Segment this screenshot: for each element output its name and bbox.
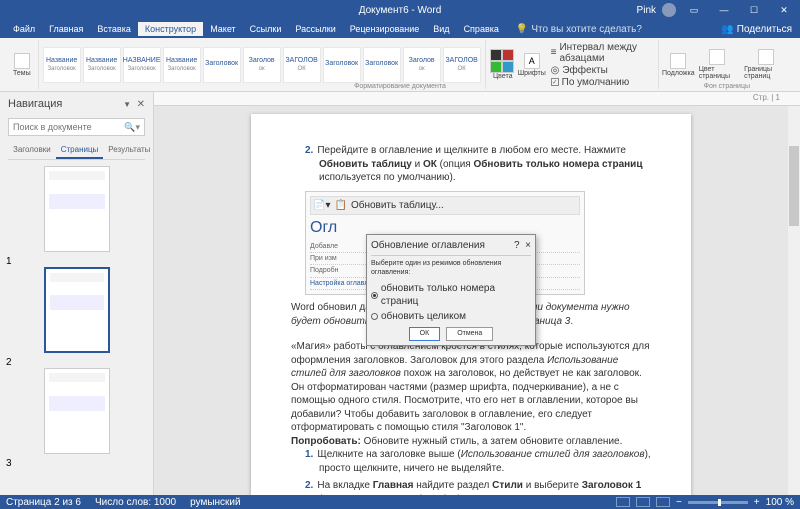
style-item[interactable]: Заголовок [363, 47, 401, 83]
themes-icon [14, 53, 30, 69]
menu-файл[interactable]: Файл [6, 22, 42, 36]
watermark-icon [670, 53, 686, 69]
avatar[interactable] [662, 3, 676, 17]
dialog-title: Обновление оглавления [371, 239, 485, 253]
nav-tab[interactable]: Страницы [56, 142, 104, 159]
nav-tab[interactable]: Результаты [103, 142, 155, 159]
radio-page-numbers[interactable]: обновить только номера страниц [371, 282, 531, 309]
menu-макет[interactable]: Макет [203, 22, 242, 36]
share-button[interactable]: 👥Поделиться [713, 22, 800, 37]
zoom-out-icon[interactable]: − [676, 497, 682, 508]
style-item[interactable]: Заголовок [243, 47, 281, 83]
minimize-icon[interactable]: — [712, 2, 736, 18]
search-input[interactable]: 🔍▾ [8, 118, 145, 136]
style-item[interactable]: Заголовок [323, 47, 361, 83]
user-name: Pink [637, 5, 656, 16]
spacing-icon: ≡ [551, 47, 557, 58]
thumbnail[interactable] [44, 368, 110, 454]
radio-icon [371, 313, 378, 320]
page[interactable]: 2.Перейдите в оглавление и щелкните в лю… [251, 114, 691, 495]
search-icon[interactable]: 🔍▾ [124, 122, 140, 133]
colors-icon [490, 49, 516, 73]
vertical-scrollbar[interactable] [788, 106, 800, 495]
page-thumbnails: 123 [0, 160, 153, 495]
effects-button[interactable]: ◎Эффекты [551, 65, 655, 76]
maximize-icon[interactable]: ☐ [742, 2, 766, 18]
ruler[interactable]: Стр. | 1 [154, 92, 800, 106]
style-item[interactable]: Заголовок [403, 47, 441, 83]
menu-конструктор[interactable]: Конструктор [138, 22, 203, 36]
menu-рецензирование[interactable]: Рецензирование [343, 22, 427, 36]
share-icon: 👥 [721, 24, 733, 35]
update-toc-dialog: Обновление оглавления? × Выберите один и… [366, 234, 536, 346]
paragraph-spacing-button[interactable]: ≡Интервал между абзацами [551, 42, 655, 64]
style-item[interactable]: НазваниеЗаголовок [83, 47, 121, 83]
style-item[interactable]: Заголовок [203, 47, 241, 83]
titlebar: Документ6 - Word Pink ▭ — ☐ ✕ [0, 0, 800, 20]
zoom-value[interactable]: 100 % [766, 497, 794, 508]
nav-close-icon[interactable]: ✕ [137, 99, 145, 110]
menu-ссылки[interactable]: Ссылки [243, 22, 289, 36]
style-item[interactable]: ЗАГОЛОВОК [443, 47, 481, 83]
style-item[interactable]: НазваниеЗаголовок [43, 47, 81, 83]
toc-preview: 📄▾📋Обновить таблицу... Огл Добавле При и… [305, 191, 585, 296]
view-print-icon[interactable] [636, 497, 650, 507]
style-gallery[interactable]: НазваниеЗаголовокНазваниеЗаголовокНАЗВАН… [39, 40, 486, 89]
check-icon: ✓ [551, 78, 559, 86]
page-color-button[interactable]: Цвет страницы [695, 47, 740, 82]
tell-me[interactable]: 💡Что вы хотите сделать? [516, 24, 642, 35]
bulb-icon: 💡 [516, 24, 528, 35]
ribbon: Темы НазваниеЗаголовокНазваниеЗаголовокН… [0, 38, 800, 92]
menubar: ФайлГлавнаяВставкаКонструкторМакетСсылки… [0, 20, 800, 38]
group-label-background: Фон страницы [704, 83, 750, 90]
window-title: Документ6 - Word [359, 5, 442, 16]
menu-справка[interactable]: Справка [457, 22, 506, 36]
thumbnail[interactable] [44, 267, 110, 353]
view-web-icon[interactable] [656, 497, 670, 507]
navigation-pane: Навигация ▼ ✕ 🔍▾ ЗаголовкиСтраницыРезуль… [0, 92, 154, 495]
menu-главная[interactable]: Главная [42, 22, 90, 36]
pagecolor-icon [709, 49, 725, 65]
group-label-formatting: Форматирование документа [354, 83, 446, 90]
style-item[interactable]: НАЗВАНИЕЗаголовок [123, 47, 161, 83]
themes-button[interactable]: Темы [9, 51, 35, 79]
ok-button[interactable]: ОК [409, 327, 441, 340]
style-item[interactable]: ЗАГОЛОВОК [283, 47, 321, 83]
status-words[interactable]: Число слов: 1000 [95, 497, 176, 508]
menu-вид[interactable]: Вид [426, 22, 456, 36]
document-area: Стр. | 1 2.Перейдите в оглавление и щелк… [154, 92, 800, 495]
menu-вставка[interactable]: Вставка [90, 22, 137, 36]
radio-icon [371, 292, 378, 299]
page-indicator: Стр. | 1 [753, 93, 780, 102]
fonts-icon: A [524, 53, 540, 69]
style-item[interactable]: НазваниеЗаголовок [163, 47, 201, 83]
page-borders-button[interactable]: Границы страниц [740, 47, 791, 82]
nav-title: Навигация [8, 98, 62, 110]
radio-entire[interactable]: обновить целиком [371, 310, 531, 324]
effects-icon: ◎ [551, 65, 560, 76]
dialog-close-icon[interactable]: × [525, 240, 531, 251]
fonts-button[interactable]: AШрифты [517, 51, 547, 79]
ribbon-options-icon[interactable]: ▭ [682, 2, 706, 18]
status-page[interactable]: Страница 2 из 6 [6, 497, 81, 508]
colors-button[interactable]: Цвета [489, 47, 517, 82]
nav-tab[interactable]: Заголовки [8, 142, 56, 159]
nav-collapse-icon[interactable]: ▼ [123, 100, 131, 109]
close-icon[interactable]: ✕ [772, 2, 796, 18]
statusbar: Страница 2 из 6 Число слов: 1000 румынск… [0, 495, 800, 509]
thumbnail[interactable] [44, 166, 110, 252]
dialog-help-icon[interactable]: ? [514, 240, 520, 251]
watermark-button[interactable]: Подложка [662, 51, 695, 79]
set-default-button[interactable]: ✓По умолчанию [551, 77, 655, 88]
borders-icon [758, 49, 774, 65]
cancel-button[interactable]: Отмена [446, 327, 493, 340]
zoom-in-icon[interactable]: + [754, 497, 760, 508]
view-read-icon[interactable] [616, 497, 630, 507]
status-language[interactable]: румынский [190, 497, 240, 508]
menu-рассылки[interactable]: Рассылки [288, 22, 342, 36]
zoom-slider[interactable] [688, 501, 748, 504]
